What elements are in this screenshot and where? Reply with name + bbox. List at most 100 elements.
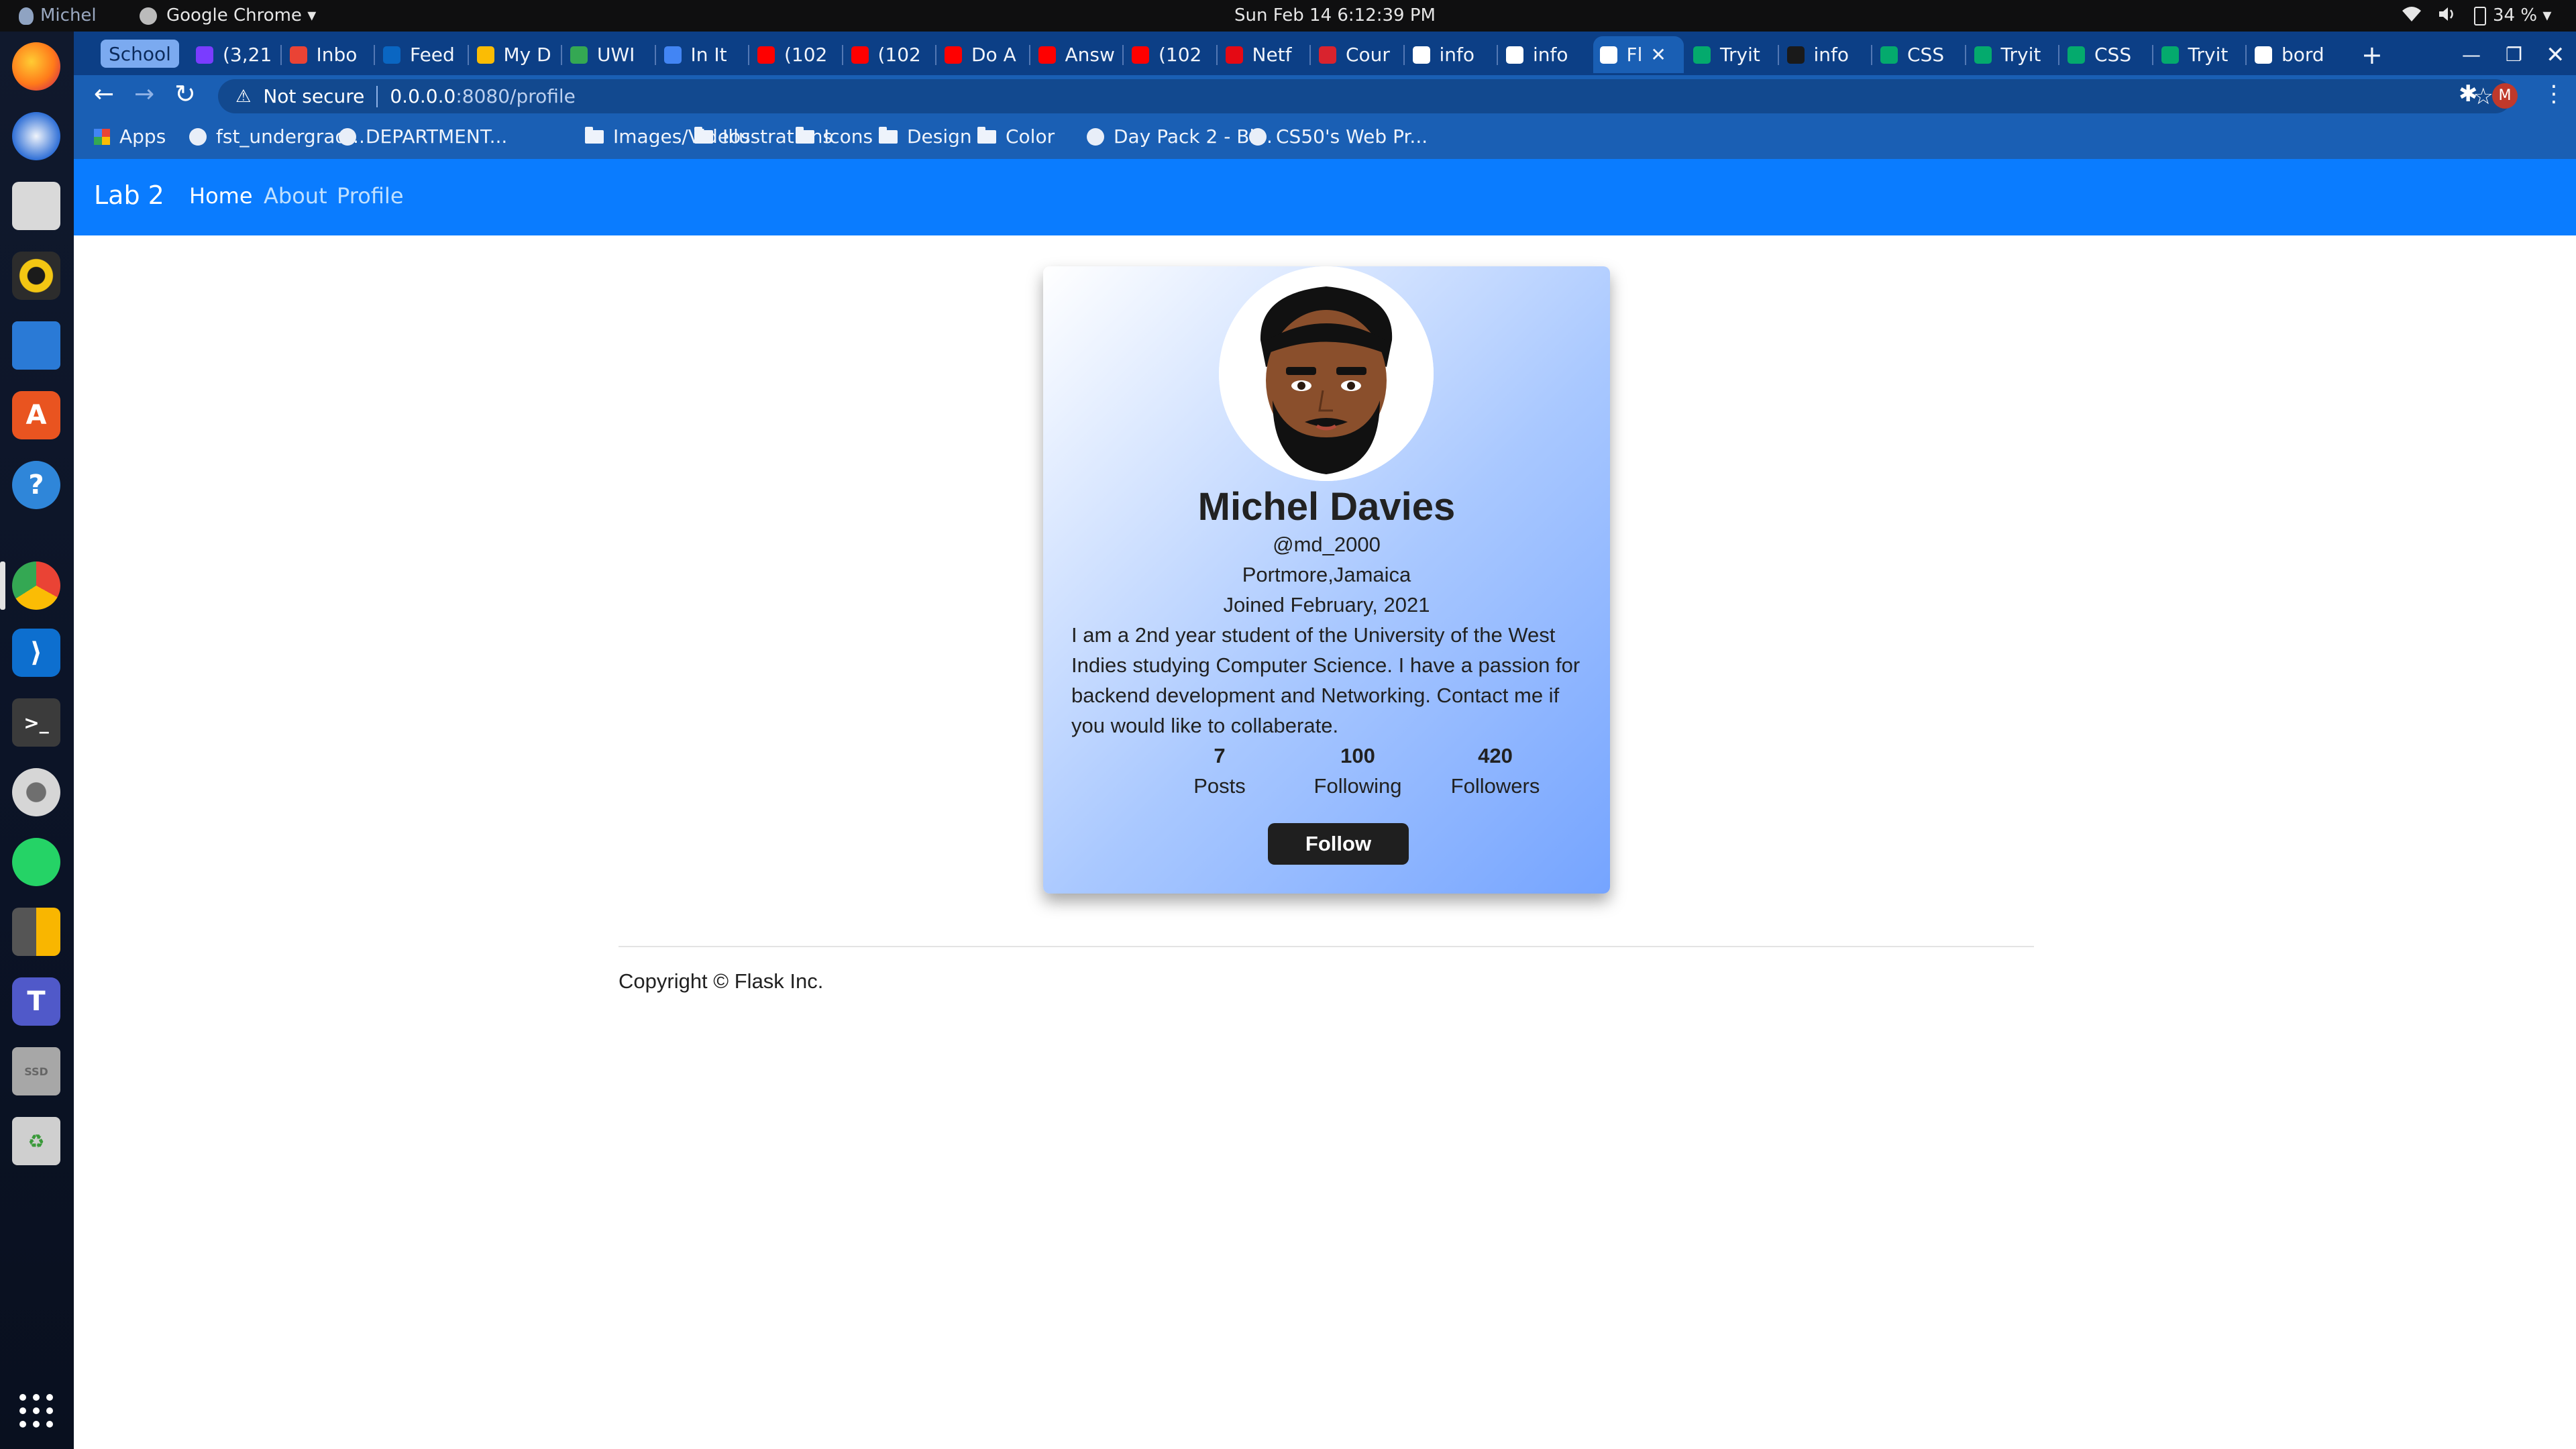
close-tab-icon[interactable]: ✕: [1650, 44, 1666, 66]
restore-button[interactable]: ❐: [2506, 36, 2522, 73]
nav-link-profile[interactable]: Profile: [337, 183, 404, 209]
follow-button[interactable]: Follow: [1268, 823, 1409, 865]
tab-separator: [2245, 45, 2247, 65]
bookmark-item[interactable]: Icons: [796, 125, 873, 148]
terminal-icon[interactable]: >_: [12, 698, 60, 747]
thunderbird-icon[interactable]: [12, 112, 60, 160]
browser-tab[interactable]: My D: [470, 36, 561, 73]
new-tab-button[interactable]: +: [2361, 36, 2383, 73]
tab-separator: [1964, 45, 1966, 65]
browser-tab[interactable]: info: [1780, 36, 1872, 73]
bookmark-item[interactable]: CS50's Web Pr...: [1249, 125, 1428, 148]
footer-divider: [619, 946, 2034, 947]
tab-title: In It: [690, 44, 727, 66]
chevron-down-icon: ▾: [2542, 5, 2552, 25]
address-bar[interactable]: ⚠ Not secure 0.0.0.0:8080/profile ☆: [218, 79, 2512, 113]
ssd-drive-icon[interactable]: SSD: [12, 1047, 60, 1095]
teams-icon[interactable]: T: [12, 977, 60, 1026]
stat-following-label: Following: [1313, 774, 1402, 798]
browser-tab[interactable]: Cour: [1312, 36, 1403, 73]
writer-icon[interactable]: [12, 321, 60, 370]
browser-tab[interactable]: Answ: [1032, 36, 1123, 73]
site-icon: [1249, 127, 1267, 146]
browser-tab[interactable]: Netf: [1219, 36, 1310, 73]
tab-favicon-icon: [1038, 46, 1056, 64]
browser-tab[interactable]: (102: [1125, 36, 1216, 73]
help-icon[interactable]: ?: [12, 461, 60, 509]
browser-tab[interactable]: info: [1406, 36, 1497, 73]
tab-title: info: [1813, 44, 1849, 66]
browser-tab[interactable]: CSS: [1874, 36, 1965, 73]
folder-icon: [796, 126, 814, 144]
settings-icon[interactable]: [12, 768, 60, 816]
security-label[interactable]: Not secure: [263, 85, 364, 107]
bookmark-item[interactable]: Design: [879, 125, 972, 148]
browser-tab[interactable]: Tryit: [2155, 36, 2246, 73]
software-center-icon[interactable]: A: [12, 391, 60, 439]
tab-separator: [2151, 45, 2153, 65]
stat-following: 100 Following: [1291, 741, 1425, 801]
forward-button[interactable]: →: [134, 80, 154, 108]
tab-title: UWI: [597, 44, 635, 66]
menu-kebab-icon[interactable]: ⋮: [2542, 80, 2565, 107]
site-icon: [339, 127, 356, 146]
reload-button[interactable]: ↻: [174, 79, 196, 109]
profile-card: Michel Davies @md_2000 Portmore,Jamaica …: [1043, 266, 1610, 894]
show-applications-icon[interactable]: [12, 1387, 60, 1435]
bookmark-item[interactable]: Day Pack 2 - Bl...: [1087, 125, 1273, 148]
url-path: :8080/profile: [455, 85, 576, 107]
browser-tab[interactable]: (102: [751, 36, 842, 73]
browser-tab[interactable]: UWI: [564, 36, 655, 73]
profile-avatar-image: [1219, 266, 1434, 481]
tab-favicon-icon: [289, 46, 307, 64]
tab-title: bord: [2282, 44, 2324, 66]
vscode-icon[interactable]: ⟩: [12, 629, 60, 677]
tab-active[interactable]: Fl ✕: [1593, 36, 1684, 73]
profile-avatar[interactable]: M: [2492, 83, 2518, 109]
tab-separator: [1497, 45, 1498, 65]
profile-name: Michel Davies: [1197, 485, 1456, 529]
rhythmbox-icon[interactable]: [12, 252, 60, 300]
stat-followers-value: 420: [1478, 744, 1513, 767]
bookmark-item[interactable]: Apps: [94, 125, 166, 148]
browser-tab[interactable]: Do A: [938, 36, 1029, 73]
tab-favicon-icon: [663, 46, 682, 64]
close-window-button[interactable]: ✕: [2546, 36, 2565, 73]
bookmark-item[interactable]: DEPARTMENT...: [339, 125, 507, 148]
nav-link-home[interactable]: Home: [189, 183, 253, 209]
nav-link-about[interactable]: About: [264, 183, 327, 209]
tab-title: (102: [1159, 44, 1202, 66]
browser-tab[interactable]: bord: [2248, 36, 2339, 73]
browser-tab[interactable]: In It: [657, 36, 749, 73]
browser-tab[interactable]: info: [1499, 36, 1591, 73]
trash-icon[interactable]: ♻: [12, 1117, 60, 1165]
battery-status[interactable]: 34 % ▾: [2474, 5, 2551, 25]
browser-tab[interactable]: (102: [845, 36, 936, 73]
whatsapp-icon[interactable]: [12, 838, 60, 886]
calculator-icon[interactable]: [12, 908, 60, 956]
tab-favicon-icon: [1506, 46, 1523, 64]
files-icon[interactable]: [12, 182, 60, 230]
tab-group-school[interactable]: School: [101, 40, 179, 68]
extensions-icon[interactable]: ✱: [2459, 80, 2478, 107]
wifi-icon[interactable]: [2402, 5, 2422, 28]
browser-tab[interactable]: CSS: [2061, 36, 2152, 73]
browser-tab[interactable]: Tryit: [1968, 36, 2059, 73]
tab-separator: [1216, 45, 1218, 65]
minimize-button[interactable]: —: [2462, 36, 2481, 73]
back-button[interactable]: ←: [94, 80, 114, 108]
browser-tab[interactable]: Feed: [376, 36, 468, 73]
clock[interactable]: Sun Feb 14 6:12:39 PM: [1234, 5, 1436, 25]
folder-icon: [879, 126, 898, 144]
bookmark-item[interactable]: Color: [977, 125, 1055, 148]
browser-tab[interactable]: Tryit: [1686, 36, 1778, 73]
navbar-brand[interactable]: Lab 2: [94, 180, 164, 210]
user-menu[interactable]: Michel: [19, 5, 97, 25]
volume-icon[interactable]: [2438, 5, 2458, 28]
chrome-icon[interactable]: [12, 561, 60, 610]
browser-tab[interactable]: Inbo: [283, 36, 374, 73]
firefox-icon[interactable]: [12, 42, 60, 91]
browser-tab[interactable]: (3,21: [189, 36, 280, 73]
tab-favicon-icon: [383, 46, 400, 64]
app-menu[interactable]: Google Chrome ▾: [140, 5, 316, 25]
